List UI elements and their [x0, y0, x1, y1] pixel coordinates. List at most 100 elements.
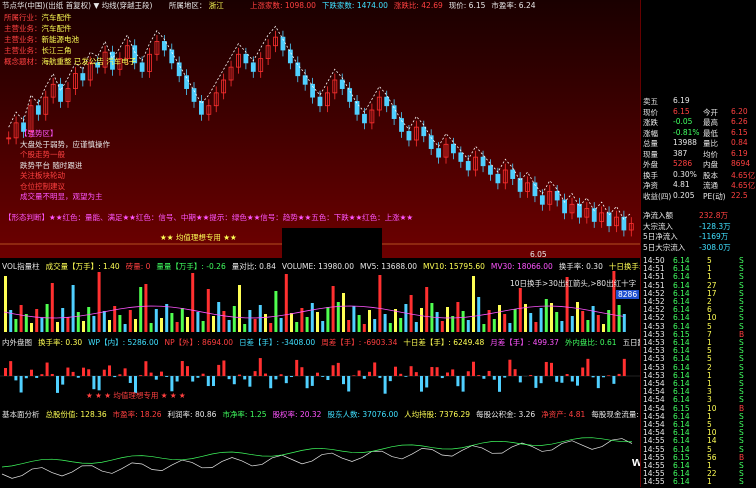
candle-body	[466, 161, 470, 170]
flow-bar	[498, 376, 501, 392]
signal-line: 【形态判断】★★红色：量能、满足★★红色：信号、中期★★提示：绿色★★信号：趋势…	[4, 212, 413, 223]
info-row-4: 概念题材：海航重整 已发公告 汽车电子	[4, 56, 136, 67]
quote-key2: PE(动)	[703, 191, 726, 202]
volume-bar	[456, 302, 459, 332]
market-stat-3: 现价: 6.15	[449, 1, 486, 10]
volume-bar	[186, 317, 189, 332]
flow-key: 净流入额	[643, 210, 673, 221]
volume-bar	[514, 309, 517, 332]
volume-bar	[420, 308, 423, 332]
fund-stat-6: 股东人数: 37076.00	[327, 410, 398, 419]
flow-bar	[514, 369, 517, 376]
flow-bar	[113, 376, 116, 377]
flow-stat-5: 周差【手】: -6903.34	[321, 338, 397, 347]
volume-bar	[399, 318, 402, 332]
quote-row-8: 净资4.81流通4.65亿	[643, 180, 755, 190]
fund-line-2	[2, 438, 632, 467]
info-key: 概念题材：	[4, 57, 42, 66]
flow-bar	[30, 370, 33, 376]
quote-value: 387	[673, 149, 687, 158]
candle-body	[162, 41, 166, 50]
tick-row[interactable]: 14:556.141S	[643, 477, 755, 488]
flow-bar	[155, 376, 158, 380]
volume-bar	[248, 310, 251, 332]
info-row-1: 主营业务：汽车配件	[4, 23, 136, 34]
candle-body	[318, 97, 322, 106]
quote-value: 4.81	[673, 180, 690, 189]
volume-bar	[508, 323, 511, 332]
flow-bar	[264, 374, 267, 376]
flow-bar	[503, 376, 506, 378]
flow-key: 5日净流入	[643, 231, 678, 242]
volume-bar	[560, 321, 563, 332]
info-key: 所属行业：	[4, 13, 42, 22]
fund-stat-3: 利润率: 80.86	[168, 410, 217, 419]
fund-stat-5: 股权率: 20.32	[273, 410, 322, 419]
volume-panel[interactable]: VOL指量柱成交量【万手】: 1.40砖量: 0量量【万手】: -0.26量对比…	[0, 260, 640, 336]
flow-stat-9: 五日翻红: 1.00	[623, 338, 640, 347]
flow-bar	[274, 376, 277, 379]
flow-bar	[534, 376, 537, 388]
flow-key: 大宗流入	[643, 221, 673, 232]
flow-bar	[222, 360, 225, 376]
volume-bar	[342, 293, 345, 332]
volume-bar	[212, 316, 215, 332]
volume-bar	[150, 323, 153, 332]
volume-bar	[436, 312, 439, 332]
tick-volume: 1	[707, 477, 712, 486]
volume-bar	[493, 319, 496, 332]
flow-panel[interactable]: 内外盘图换手率: 0.30WP【内】: 5286.00NP【外】: 8694.0…	[0, 336, 640, 402]
volume-bar	[202, 321, 205, 332]
volume-bar	[160, 318, 163, 332]
quote-row-1: 现价6.15今开6.20	[643, 107, 755, 117]
quote-key: 总量	[643, 138, 658, 149]
flow-bar	[269, 376, 272, 388]
flow-bar	[540, 376, 543, 383]
flow-bar	[446, 373, 449, 376]
volume-bar	[20, 305, 23, 332]
volume-bar	[389, 323, 392, 332]
volume-bar	[40, 318, 43, 332]
flow-bar	[384, 376, 387, 394]
flow-bar	[529, 375, 532, 376]
quote-value: 0.30%	[673, 170, 697, 179]
flow-bar	[238, 375, 241, 376]
quote-row-5: 现量387均价6.19	[643, 149, 755, 159]
candle-body	[496, 174, 500, 183]
vol-stat-4: 量对比: 0.84	[232, 262, 276, 271]
flow-bar	[378, 376, 381, 378]
volume-bar	[316, 312, 319, 332]
flow-bar	[592, 376, 595, 377]
volume-bar	[555, 312, 558, 332]
candle-body	[140, 63, 144, 72]
candle-body	[459, 153, 463, 162]
flow-stat-0: 内外盘图	[2, 338, 32, 347]
fundamental-panel[interactable]: 基本面分析总股份值: 128.36市盈率: 18.26利润率: 80.86市净率…	[0, 402, 640, 487]
volume-bar	[264, 314, 267, 332]
candle-body	[362, 114, 366, 123]
quote-key2: 最低	[703, 128, 718, 139]
quote-side-panel: 卖五6.19现价6.15今开6.20涨跌-0.05最高6.26涨幅-0.81%最…	[640, 0, 756, 487]
tick-side: S	[739, 477, 744, 486]
quote-key: 收益(四)	[643, 191, 671, 202]
volume-bar	[607, 310, 610, 332]
flow-bar	[46, 363, 49, 376]
candle-body	[540, 196, 544, 205]
flow-bar	[217, 365, 220, 376]
candle-body	[437, 149, 441, 158]
volume-bar	[415, 322, 418, 332]
volume-note: 10日换手>30出红箭头,>80出红十字	[510, 278, 636, 289]
volume-bar	[191, 273, 194, 332]
price-chart[interactable]: 节点华(中国)(出纸 首复权) ▼ 均线(穿越王段) 所属地区： 浙江 上涨家数…	[0, 0, 640, 258]
volume-bar	[30, 323, 33, 332]
flow-bar	[196, 376, 199, 378]
flow-bar	[389, 376, 392, 381]
volume-bar	[378, 275, 381, 332]
volume-bar	[238, 285, 241, 332]
flow-bar	[482, 376, 485, 379]
candle-body	[451, 144, 455, 153]
flow-bar	[602, 376, 605, 377]
flow-stat-7: 月差【手】: 499.37	[490, 338, 559, 347]
quote-value: 6.19	[673, 96, 690, 105]
candle-body	[199, 101, 203, 114]
